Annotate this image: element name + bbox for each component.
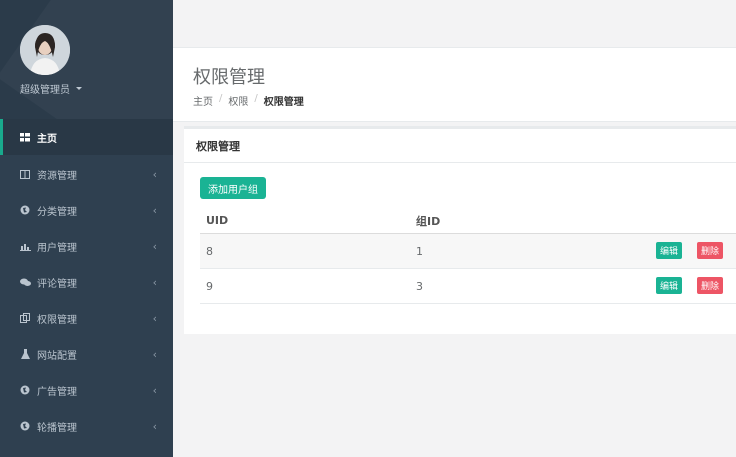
chevron-left-icon: ‹ (152, 383, 157, 397)
chevron-left-icon: ‹ (152, 275, 157, 289)
breadcrumb-separator: / (219, 93, 223, 104)
sidebar-item-carousel[interactable]: 轮播管理 ‹ (0, 408, 173, 444)
globe-icon (19, 204, 31, 216)
column-header-uid: UID (206, 214, 229, 227)
sidebar-item-resources[interactable]: 资源管理 ‹ (0, 156, 173, 192)
comments-icon (19, 276, 31, 288)
delete-button[interactable]: 删除 (697, 242, 724, 259)
page-title: 权限管理 (193, 67, 265, 88)
chevron-left-icon: ‹ (152, 167, 157, 181)
sidebar-item-label: 评论管理 (37, 278, 77, 290)
chevron-left-icon: ‹ (152, 419, 157, 433)
delete-button[interactable]: 删除 (697, 277, 724, 294)
breadcrumb-separator: / (254, 93, 258, 104)
sidebar-item-users[interactable]: 用户管理 ‹ (0, 228, 173, 264)
cell-group-id: 1 (416, 244, 423, 258)
cell-uid: 8 (206, 244, 213, 258)
sidebar-item-label: 轮播管理 (37, 422, 77, 434)
table-row: 8 1 编辑 删除 (200, 234, 736, 269)
profile-header: 超级管理员 (0, 0, 173, 119)
table-header: UID 组ID (200, 208, 736, 234)
sidebar: 超级管理员 主页 资源管理 ‹ 分类管理 ‹ 用户管理 ‹ 评论管理 ‹ 权限管… (0, 0, 173, 457)
column-header-group-id: 组ID (416, 214, 441, 228)
edit-button[interactable]: 编辑 (656, 242, 683, 259)
sidebar-item-label: 广告管理 (37, 386, 77, 398)
cell-group-id: 3 (416, 279, 423, 293)
sidebar-item-home[interactable]: 主页 (0, 119, 173, 155)
flask-icon (19, 348, 31, 360)
sidebar-item-label: 主页 (37, 133, 57, 145)
avatar[interactable] (20, 25, 70, 75)
add-user-group-button[interactable]: 添加用户组 (200, 177, 266, 199)
globe-icon (19, 384, 31, 396)
breadcrumb-permissions[interactable]: 权限 (228, 93, 248, 108)
permissions-table: UID 组ID 8 1 编辑 删除 9 3 编辑 删除 (200, 208, 736, 304)
sidebar-item-label: 分类管理 (37, 206, 77, 218)
columns-icon (19, 168, 31, 180)
sidebar-item-label: 用户管理 (37, 242, 77, 254)
bar-chart-icon (19, 240, 31, 252)
sidebar-item-site-config[interactable]: 网站配置 ‹ (0, 336, 173, 372)
top-navbar (173, 0, 736, 48)
breadcrumb: 主页 / 权限 / 权限管理 (193, 93, 304, 108)
page-heading: 权限管理 主页 / 权限 / 权限管理 (173, 48, 736, 122)
grid-icon (19, 131, 31, 143)
copy-icon (19, 312, 31, 324)
chevron-left-icon: ‹ (152, 347, 157, 361)
edit-button[interactable]: 编辑 (656, 277, 683, 294)
sidebar-item-label: 权限管理 (37, 314, 77, 326)
sidebar-item-label: 网站配置 (37, 350, 77, 362)
breadcrumb-home[interactable]: 主页 (193, 93, 213, 108)
profile-menu[interactable]: 超级管理员 (20, 81, 82, 96)
globe-icon (19, 420, 31, 432)
sidebar-item-comments[interactable]: 评论管理 ‹ (0, 264, 173, 300)
table-row: 9 3 编辑 删除 (200, 269, 736, 304)
sidebar-item-categories[interactable]: 分类管理 ‹ (0, 192, 173, 228)
permissions-panel: 权限管理 添加用户组 UID 组ID 8 1 编辑 删除 9 3 编辑 删除 (184, 126, 736, 334)
sidebar-item-ads[interactable]: 广告管理 ‹ (0, 372, 173, 408)
sidebar-item-permissions[interactable]: 权限管理 ‹ (0, 300, 173, 336)
chevron-left-icon: ‹ (152, 311, 157, 325)
profile-name-label: 超级管理员 (20, 85, 70, 96)
panel-title: 权限管理 (184, 129, 736, 163)
chevron-left-icon: ‹ (152, 239, 157, 253)
sidebar-item-label: 资源管理 (37, 170, 77, 182)
chevron-left-icon: ‹ (152, 203, 157, 217)
cell-uid: 9 (206, 279, 213, 293)
caret-down-icon (76, 87, 82, 90)
breadcrumb-current: 权限管理 (263, 97, 304, 108)
